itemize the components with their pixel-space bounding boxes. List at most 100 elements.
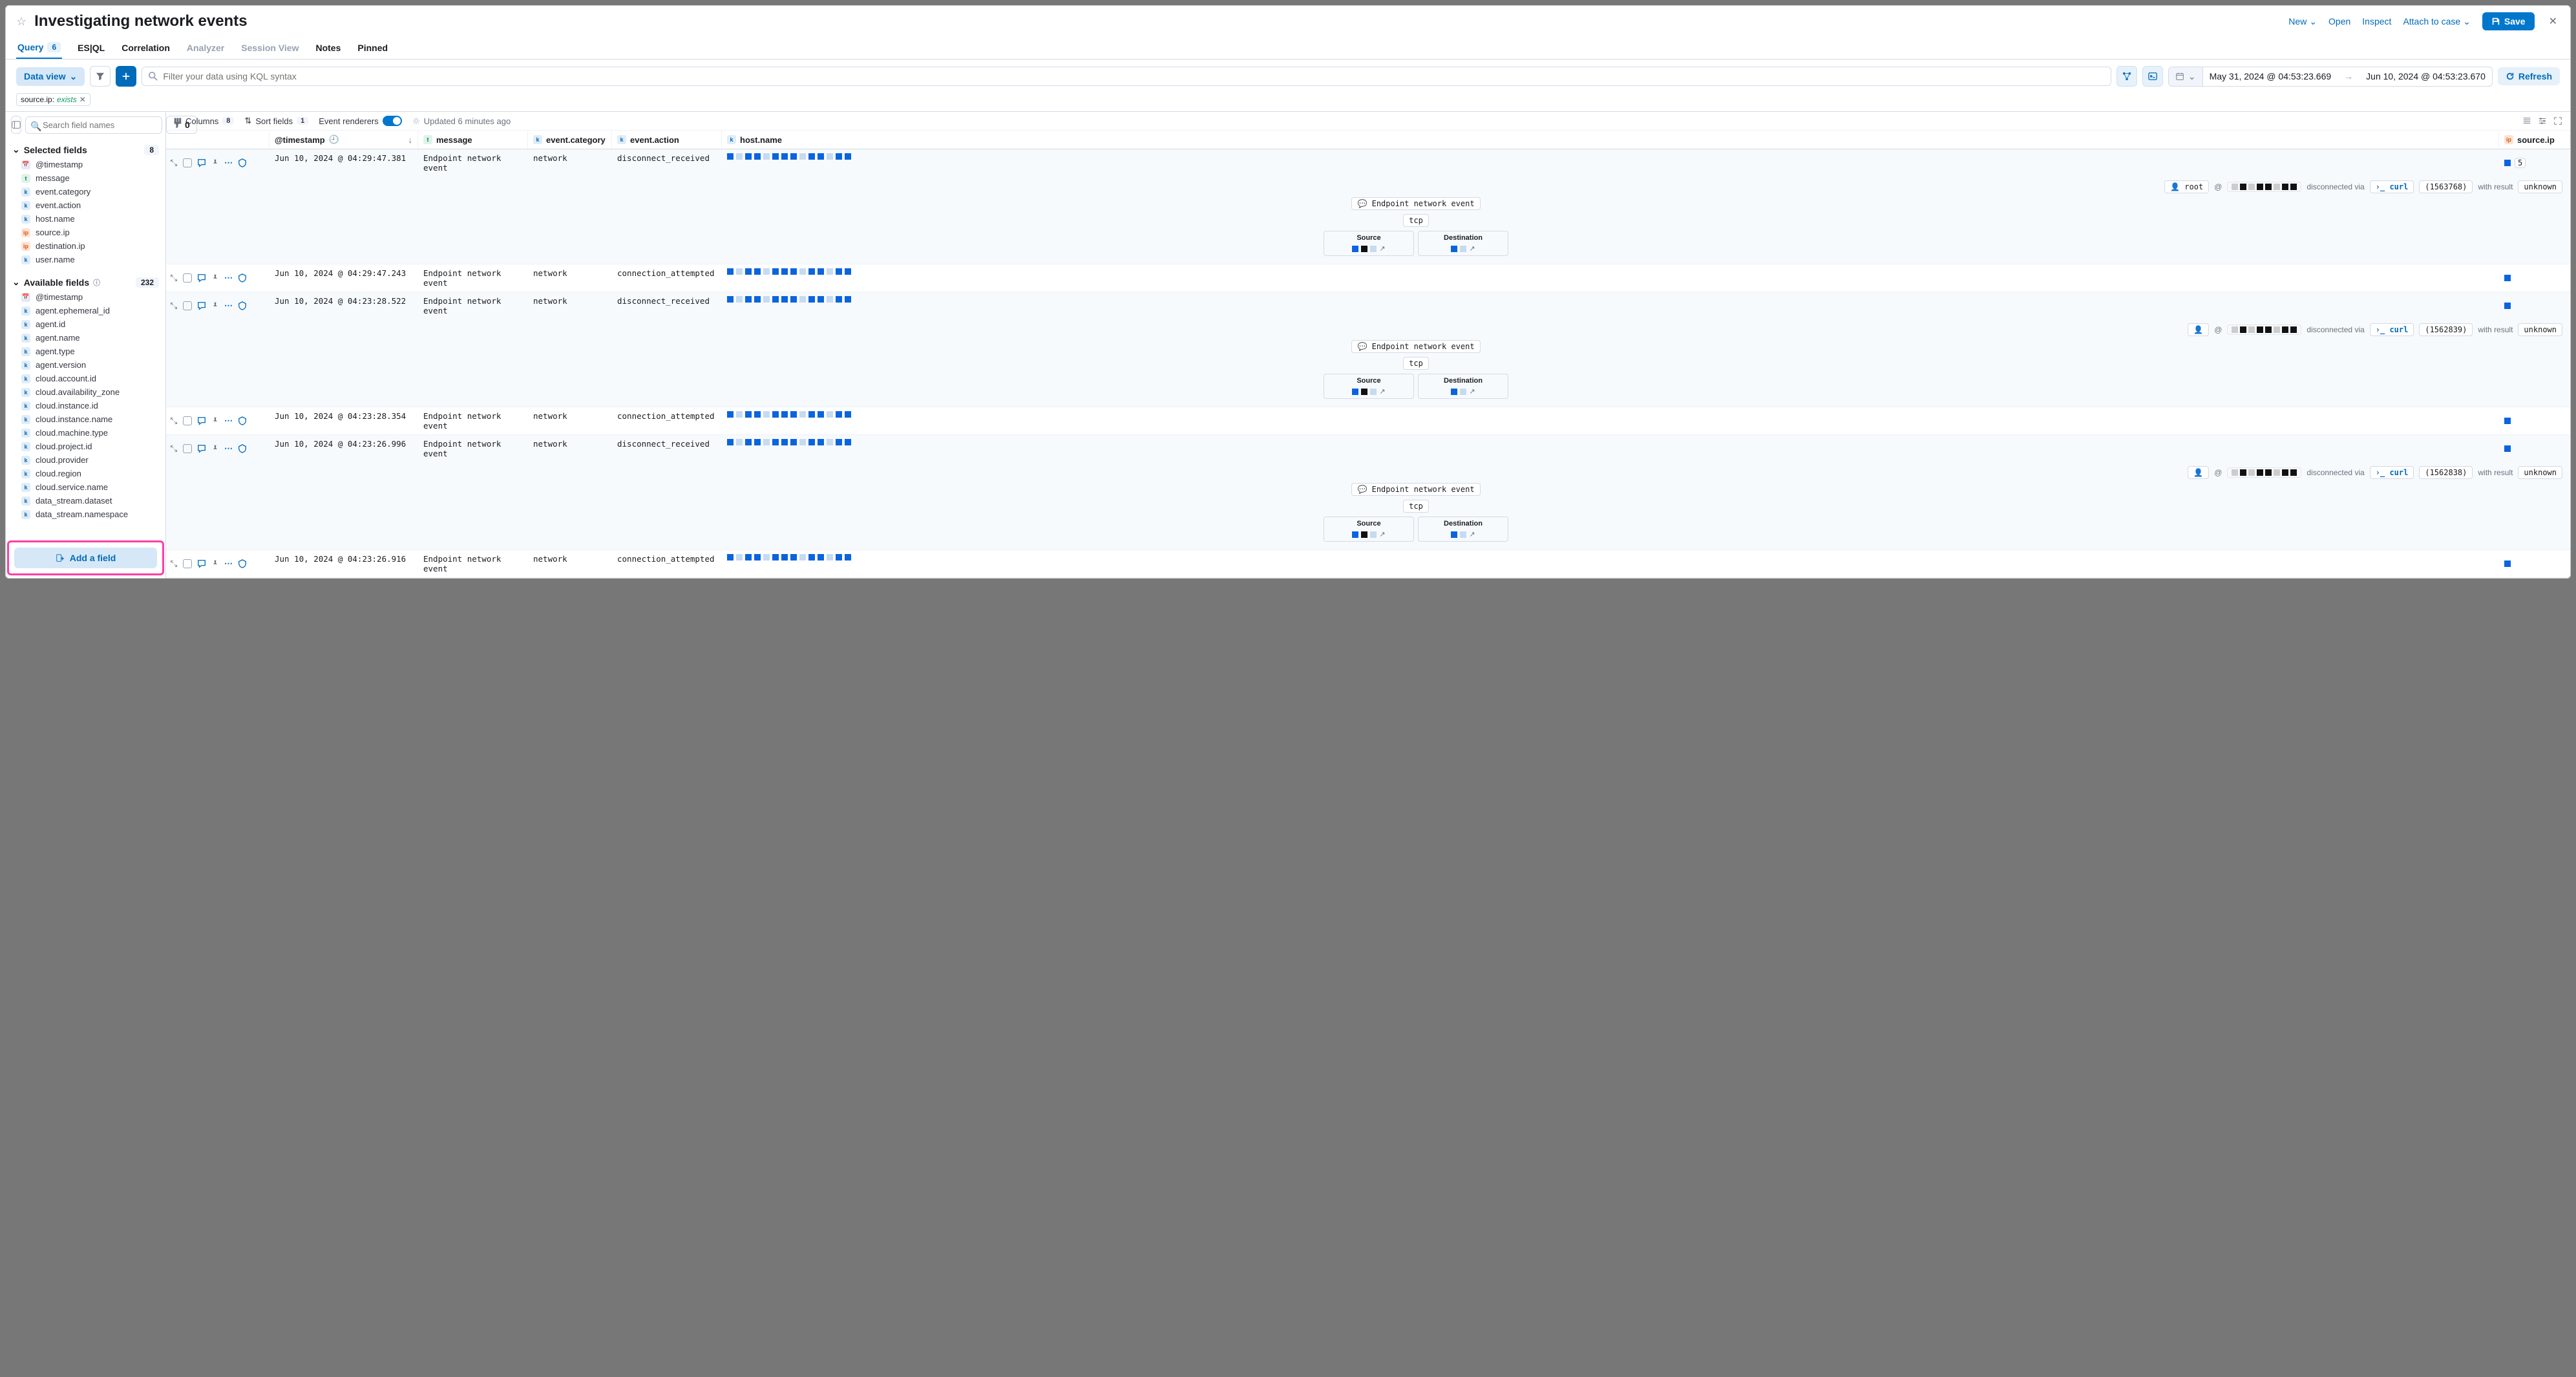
info-icon[interactable]: ⓘ xyxy=(93,277,100,288)
popout-icon[interactable]: ↗ xyxy=(1379,244,1385,253)
analyzer-icon[interactable] xyxy=(238,444,247,453)
field-item[interactable]: tmessage xyxy=(12,171,159,185)
toggle-sidebar-button[interactable] xyxy=(11,116,21,134)
field-item[interactable]: kagent.id xyxy=(12,317,159,331)
tab-analyzer[interactable]: Analyzer xyxy=(185,37,226,59)
field-item[interactable]: ipsource.ip xyxy=(12,226,159,239)
refresh-button[interactable]: Refresh xyxy=(2498,67,2560,85)
pin-icon[interactable] xyxy=(211,302,219,310)
field-item[interactable]: kagent.name xyxy=(12,331,159,345)
more-actions-icon[interactable]: ⋯ xyxy=(224,559,233,569)
source-box[interactable]: Source↗ xyxy=(1324,374,1414,399)
field-item[interactable]: kcloud.instance.id xyxy=(12,399,159,412)
analyzer-icon[interactable] xyxy=(238,158,247,167)
fullscreen-button[interactable] xyxy=(2553,116,2562,125)
notes-icon[interactable] xyxy=(197,301,206,310)
tab-query[interactable]: Query6 xyxy=(16,37,62,59)
expand-row-icon[interactable] xyxy=(170,560,178,568)
row-checkbox[interactable] xyxy=(183,559,192,568)
settings-button[interactable] xyxy=(2538,116,2547,125)
expand-row-icon[interactable] xyxy=(170,445,178,453)
notes-icon[interactable] xyxy=(197,416,206,425)
user-chip[interactable]: 👤 xyxy=(2188,323,2209,336)
event-label-chip[interactable]: 💬 Endpoint network event xyxy=(1351,340,1480,353)
result-chip[interactable]: unknown xyxy=(2518,466,2562,479)
field-item[interactable]: kcloud.project.id xyxy=(12,440,159,453)
selected-fields-section[interactable]: ⌄ Selected fields 8 xyxy=(12,142,159,158)
sort-button[interactable]: ⇅Sort fields1 xyxy=(244,116,308,126)
field-item[interactable]: kdata_stream.namespace xyxy=(12,507,159,521)
tab-correlation[interactable]: Correlation xyxy=(120,37,171,59)
field-item[interactable]: kagent.ephemeral_id xyxy=(12,304,159,317)
col-host-header[interactable]: khost.name xyxy=(722,131,2499,149)
tab-esql[interactable]: ES|QL xyxy=(76,37,106,59)
field-item[interactable]: khost.name xyxy=(12,212,159,226)
row-checkbox[interactable] xyxy=(183,444,192,453)
new-button[interactable]: New⌄ xyxy=(2288,16,2317,27)
field-item[interactable]: kcloud.availability_zone xyxy=(12,385,159,399)
row-checkbox[interactable] xyxy=(183,273,192,283)
col-message-header[interactable]: tmessage xyxy=(418,131,528,149)
field-item[interactable]: kcloud.provider xyxy=(12,453,159,467)
row-checkbox[interactable] xyxy=(183,416,192,425)
columns-button[interactable]: Columns8 xyxy=(174,116,234,126)
col-timestamp-header[interactable]: @timestamp🕘↓ xyxy=(269,131,418,149)
field-item[interactable]: kagent.version xyxy=(12,358,159,372)
more-actions-icon[interactable]: ⋯ xyxy=(224,158,233,168)
field-search-input[interactable] xyxy=(25,116,162,134)
open-button[interactable]: Open xyxy=(2328,16,2350,27)
result-chip[interactable]: unknown xyxy=(2518,323,2562,336)
density-button[interactable] xyxy=(2522,116,2531,125)
protocol-chip[interactable]: tcp xyxy=(1403,500,1429,513)
field-item[interactable]: kcloud.account.id xyxy=(12,372,159,385)
col-source-header[interactable]: ipsource.ip xyxy=(2499,131,2570,149)
popout-icon[interactable]: ↗ xyxy=(1379,387,1385,396)
session-view-button[interactable] xyxy=(2142,66,2163,87)
event-label-chip[interactable]: 💬 Endpoint network event xyxy=(1351,483,1480,496)
user-chip[interactable]: 👤 xyxy=(2188,466,2209,479)
protocol-chip[interactable]: tcp xyxy=(1403,214,1429,227)
source-box[interactable]: Source↗ xyxy=(1324,517,1414,542)
graph-view-button[interactable] xyxy=(2117,66,2137,87)
close-icon[interactable]: ✕ xyxy=(2546,15,2560,28)
pid-chip[interactable]: (1563768) xyxy=(2419,180,2473,193)
process-chip[interactable]: ›_ curl xyxy=(2370,180,2414,193)
analyzer-icon[interactable] xyxy=(238,301,247,310)
protocol-chip[interactable]: tcp xyxy=(1403,357,1429,370)
pid-chip[interactable]: (1562839) xyxy=(2419,323,2473,336)
date-to[interactable]: Jun 10, 2024 @ 04:53:23.670 xyxy=(2360,67,2492,85)
notes-icon[interactable] xyxy=(197,559,206,568)
add-field-button[interactable]: Add a field xyxy=(14,548,157,568)
popout-icon[interactable]: ↗ xyxy=(1469,244,1475,253)
field-item[interactable]: kevent.category xyxy=(12,185,159,198)
more-actions-icon[interactable]: ⋯ xyxy=(224,273,233,283)
event-label-chip[interactable]: 💬 Endpoint network event xyxy=(1351,197,1480,210)
toggle-switch[interactable] xyxy=(383,116,402,126)
process-chip[interactable]: ›_ curl xyxy=(2370,323,2414,336)
popout-icon[interactable]: ↗ xyxy=(1379,530,1385,539)
analyzer-icon[interactable] xyxy=(238,273,247,283)
notes-icon[interactable] xyxy=(197,444,206,453)
notes-icon[interactable] xyxy=(197,273,206,283)
date-range-picker[interactable]: ⌄ May 31, 2024 @ 04:53:23.669 → Jun 10, … xyxy=(2168,67,2493,87)
more-actions-icon[interactable]: ⋯ xyxy=(224,301,233,311)
field-item[interactable]: kevent.action xyxy=(12,198,159,212)
source-box[interactable]: Source↗ xyxy=(1324,231,1414,256)
field-item[interactable]: kcloud.region xyxy=(12,467,159,480)
favorite-star-icon[interactable]: ☆ xyxy=(16,15,26,28)
event-renderers-toggle[interactable]: Event renderers xyxy=(319,116,402,126)
kql-search-input[interactable] xyxy=(142,67,2111,86)
analyzer-icon[interactable] xyxy=(238,416,247,425)
row-checkbox[interactable] xyxy=(183,158,192,167)
col-action-header[interactable]: kevent.action xyxy=(612,131,722,149)
available-fields-section[interactable]: ⌄ Available fields ⓘ 232 xyxy=(12,274,159,290)
destination-box[interactable]: Destination↗ xyxy=(1418,517,1508,542)
pin-icon[interactable] xyxy=(211,159,219,167)
analyzer-icon[interactable] xyxy=(238,559,247,568)
pin-icon[interactable] xyxy=(211,560,219,568)
popout-icon[interactable]: ↗ xyxy=(1469,387,1475,396)
sort-desc-icon[interactable]: ↓ xyxy=(408,135,413,145)
pid-chip[interactable]: (1562838) xyxy=(2419,466,2473,479)
field-item[interactable]: kcloud.machine.type xyxy=(12,426,159,440)
data-view-selector[interactable]: Data view⌄ xyxy=(16,67,85,86)
